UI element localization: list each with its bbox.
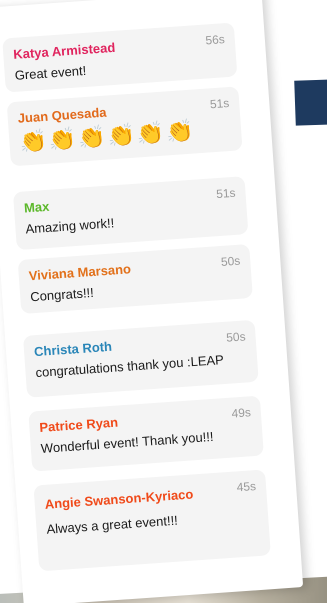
message-time: 45s [236,479,257,495]
chat-message: Katya Armistead 56s Great event! [2,22,238,93]
chat-message: Max 51s Amazing work!! [12,176,249,251]
side-graphic [294,79,327,126]
message-time: 50s [220,253,241,269]
message-time: 50s [225,329,247,345]
chat-panel[interactable]: Katya Armistead 56s Great event! Juan Qu… [0,0,304,603]
chat-message: Angie Swanson-Kyriaco 45s Always a great… [33,469,271,572]
chat-message: Patrice Ryan 49s Wonderful event! Thank … [28,395,264,472]
chat-message: Viviana Marsano 50s Congrats!!! [17,243,253,314]
message-time: 56s [204,32,226,48]
message-time: 51s [209,96,230,112]
message-time: 51s [215,185,236,202]
screenshot-stage: Katya Armistead 56s Great event! Juan Qu… [0,0,327,603]
chat-message: Christa Roth 50s congratulations thank y… [22,319,259,398]
message-time: 49s [231,405,252,421]
chat-message: Juan Quesada 51s 👏👏👏👏👏👏 [6,86,243,167]
